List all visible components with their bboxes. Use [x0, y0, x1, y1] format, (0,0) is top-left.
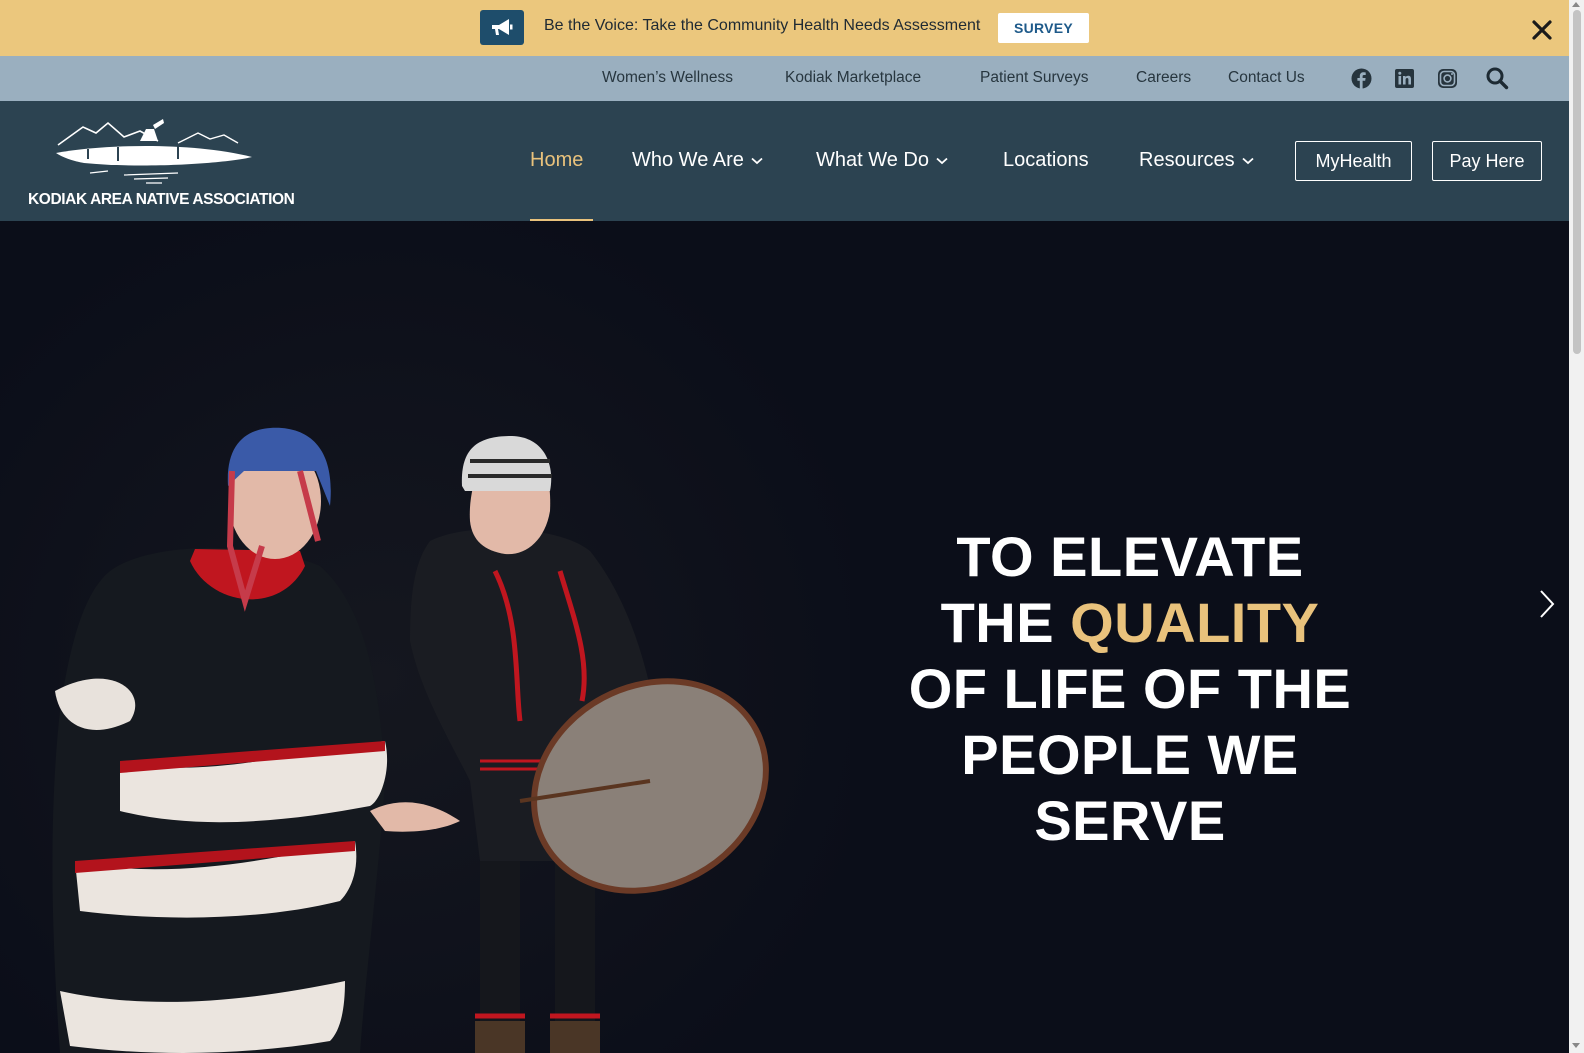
survey-button[interactable]: SURVEY: [998, 13, 1089, 43]
hero-headline: TO ELEVATE THE QUALITY OF LIFE OF THE PE…: [860, 524, 1400, 854]
nav-what-we-do[interactable]: What We Do: [816, 149, 948, 172]
headline-line-2: THE QUALITY: [860, 590, 1400, 656]
announcement-bar: Be the Voice: Take the Community Health …: [0, 0, 1569, 56]
logo-kayak-mountains: [56, 119, 252, 184]
pay-here-button[interactable]: Pay Here: [1432, 141, 1542, 181]
headline-line-4: PEOPLE WE: [961, 723, 1299, 786]
myhealth-button[interactable]: MyHealth: [1295, 141, 1412, 181]
utility-link-contact-us[interactable]: Contact Us: [1228, 69, 1305, 87]
utility-link-patient-surveys[interactable]: Patient Surveys: [980, 69, 1089, 87]
scrollbar-thumb[interactable]: [1573, 10, 1581, 354]
nav-who-we-are[interactable]: Who We Are: [632, 149, 763, 172]
announcement-message: Be the Voice: Take the Community Health …: [544, 17, 981, 34]
main-header: KODIAK AREA NATIVE ASSOCIATION Home Who …: [0, 101, 1569, 222]
headline-line-1: TO ELEVATE: [956, 525, 1304, 588]
utility-link-careers[interactable]: Careers: [1136, 69, 1191, 87]
nav-home-label: Home: [530, 149, 584, 171]
chevron-down-icon: [936, 157, 948, 164]
nav-locations[interactable]: Locations: [1003, 149, 1089, 172]
hero-photo-dancers: [0, 221, 850, 1053]
utility-nav: Women’s Wellness Kodiak Marketplace Pati…: [0, 56, 1569, 101]
utility-link-kodiak-marketplace[interactable]: Kodiak Marketplace: [785, 69, 921, 87]
nav-resources[interactable]: Resources: [1139, 149, 1254, 172]
chevron-down-icon: [751, 157, 763, 164]
headline-line-5: SERVE: [1034, 789, 1226, 852]
logo[interactable]: KODIAK AREA NATIVE ASSOCIATION: [28, 115, 295, 211]
close-icon[interactable]: [1530, 18, 1554, 42]
logo-text: KODIAK AREA NATIVE ASSOCIATION: [28, 191, 295, 208]
page-scrollbar[interactable]: [1569, 0, 1584, 1053]
facebook-icon[interactable]: [1351, 68, 1372, 89]
chevron-down-icon: [1242, 157, 1254, 164]
nav-what-we-do-label: What We Do: [816, 149, 929, 171]
nav-who-we-are-label: Who We Are: [632, 149, 744, 171]
nav-resources-label: Resources: [1139, 149, 1235, 171]
headline-line-3: OF LIFE OF THE: [908, 657, 1352, 720]
chevron-right-icon[interactable]: [1538, 589, 1556, 619]
instagram-icon[interactable]: [1437, 68, 1458, 89]
linkedin-icon[interactable]: [1394, 68, 1415, 89]
scroll-up-arrow[interactable]: [1572, 2, 1580, 7]
megaphone-icon: [480, 10, 524, 45]
headline-the: THE: [940, 591, 1071, 654]
scroll-down-arrow[interactable]: [1572, 1043, 1580, 1048]
utility-link-womens-wellness[interactable]: Women’s Wellness: [602, 69, 733, 87]
nav-home[interactable]: Home: [530, 149, 583, 172]
search-icon[interactable]: [1485, 66, 1509, 90]
nav-locations-label: Locations: [1003, 149, 1089, 171]
hero-slider: TO ELEVATE THE QUALITY OF LIFE OF THE PE…: [0, 221, 1569, 1053]
headline-quality: QUALITY: [1070, 591, 1320, 654]
